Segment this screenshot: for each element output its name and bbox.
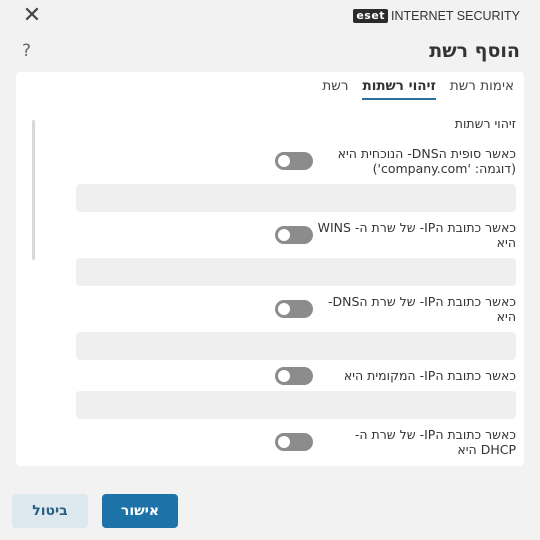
- local-ip-input[interactable]: [76, 391, 516, 419]
- page-title: הוסף רשת: [429, 40, 520, 62]
- ok-button[interactable]: אישור: [102, 494, 178, 528]
- dhcp-ip-toggle[interactable]: [275, 433, 313, 451]
- cancel-button[interactable]: ביטול: [12, 494, 88, 528]
- close-icon[interactable]: ✕: [20, 5, 44, 29]
- wins-ip-input[interactable]: [76, 258, 516, 286]
- dhcp-ip-label: כאשר כתובת הIP- של שרת ה- DHCP היא: [354, 427, 516, 457]
- wins-ip-toggle[interactable]: [275, 226, 313, 244]
- tab-network[interactable]: רשת: [322, 78, 348, 100]
- tab-bar: רשת זיהוי רשתות אימות רשת: [322, 78, 514, 100]
- brand-header: eset INTERNET SECURITY: [353, 8, 520, 24]
- dns-server-ip-label: כאשר כתובת הIP- של שרת הDNS- היא: [327, 294, 516, 324]
- dns-suffix-toggle[interactable]: [275, 152, 313, 170]
- section-title: זיהוי רשתות: [454, 116, 516, 131]
- local-ip-label: כאשר כתובת הIP- המקומית היא: [343, 368, 516, 383]
- eset-logo: eset: [353, 9, 389, 23]
- dns-suffix-label: כאשר סופית הDNS- הנוכחית היא (דוגמה: 'co…: [337, 146, 516, 176]
- wins-ip-label: כאשר כתובת הIP- של שרת ה- WINS היא: [317, 220, 516, 250]
- dns-suffix-input[interactable]: [76, 184, 516, 212]
- dns-server-ip-input[interactable]: [76, 332, 516, 360]
- tab-network-authentication[interactable]: אימות רשת: [450, 78, 514, 100]
- dns-server-ip-toggle[interactable]: [275, 300, 313, 318]
- help-icon[interactable]: ?: [22, 41, 31, 61]
- tab-network-identification[interactable]: זיהוי רשתות: [362, 78, 436, 100]
- settings-panel: רשת זיהוי רשתות אימות רשת זיהוי רשתות כא…: [16, 72, 524, 466]
- local-ip-toggle[interactable]: [275, 367, 313, 385]
- product-name: INTERNET SECURITY: [391, 9, 520, 23]
- scrollbar[interactable]: [32, 120, 35, 260]
